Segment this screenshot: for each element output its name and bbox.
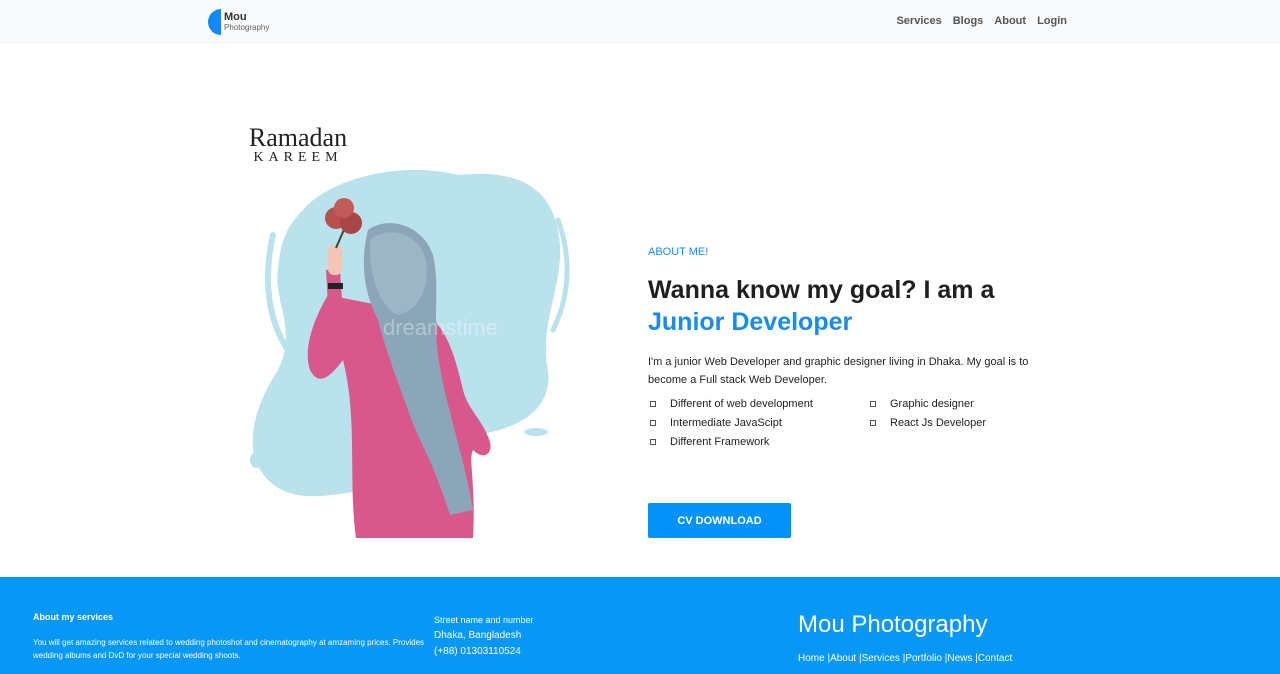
nav-link-about[interactable]: About [994,15,1026,27]
footer-services: About my services You will get amazing s… [33,612,433,662]
brand-logo[interactable]: Mou Photography [208,9,298,35]
about-intro: I'm a junior Web Developer and graphic d… [648,356,1029,386]
footer-links: Home | About | Services | Portfolio | Ne… [798,653,1012,664]
skill-label: Different of web development [670,398,813,410]
nav-link-login[interactable]: Login [1037,15,1067,27]
footer-link-home[interactable]: Home | [798,653,830,664]
footer-services-desc: You will get amazing services related to… [33,638,425,660]
skill-label: Intermediate JavaScipt [670,417,782,429]
skills-list: Different of web development Graphic des… [648,398,1078,448]
footer-brand: Mou Photography [798,611,988,638]
girl-with-roses-illustration: dreamstime [250,169,570,538]
footer-phone: (+88) 01303110524 [434,646,521,657]
footer-link-about[interactable]: About | [830,653,862,664]
footer-city: Dhaka, Bangladesh [434,630,522,641]
cv-download-button[interactable]: CV DOWNLOAD [648,503,791,538]
brand-subtitle: Photography [224,23,270,32]
footer-contact: Street name and number Dhaka, Bangladesh… [434,615,534,657]
nav-link-blogs[interactable]: Blogs [953,15,984,27]
about-eyebrow: ABOUT ME! [648,246,709,258]
footer-street: Street name and number [434,615,534,625]
checkbox-bullet-icon [650,439,656,445]
footer-link-contact[interactable]: Contact [978,653,1012,664]
nav-links: Services Blogs About Login [896,15,1067,27]
footer-link-services[interactable]: Services | [862,653,906,664]
navbar: Mou Photography Services Blogs About Log… [0,0,1280,44]
skill-item: Different Framework [648,436,868,448]
nav-link-services[interactable]: Services [896,15,941,27]
skill-item: Graphic designer [868,398,1068,410]
footer-link-portfolio[interactable]: Portfolio | [905,653,947,664]
checkbox-bullet-icon [650,401,656,407]
brand-name: Mou [224,11,247,23]
watermark-text: dreamstime [383,315,498,340]
footer-link-news[interactable]: News | [947,653,977,664]
skill-label: Different Framework [670,436,770,448]
skill-label: React Js Developer [890,417,986,429]
footer-services-title: About my services [33,612,114,622]
checkbox-bullet-icon [870,420,876,426]
skill-label: Graphic designer [890,398,974,410]
skill-item: Intermediate JavaScipt [648,417,868,429]
hero-illustration: Ramadan KAREEM dreamstime [218,120,578,540]
about-section: ABOUT ME! Wanna know my goal? I am a Jun… [648,246,1078,448]
footer-brand-block: Mou Photography Home | About | Services … [798,611,1012,664]
checkbox-bullet-icon [870,401,876,407]
headline-text: Wanna know my goal? I am a [648,276,995,304]
skill-item: Different of web development [648,398,868,410]
about-headline: Wanna know my goal? I am a Junior Develo… [648,274,1078,338]
skill-item: React Js Developer [868,417,1068,429]
checkbox-bullet-icon [650,420,656,426]
logo-mark-icon [208,9,221,35]
headline-accent: Junior Developer [648,308,853,336]
footer: About my services You will get amazing s… [0,577,1280,674]
